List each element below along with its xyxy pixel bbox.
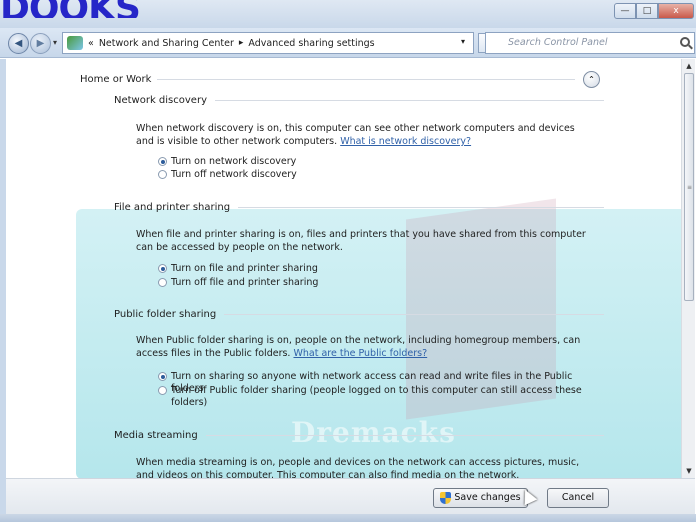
breadcrumb-separator[interactable]: ▸ [239, 38, 244, 48]
section-description: When Public folder sharing is on, people… [136, 334, 594, 360]
collapse-button[interactable]: ⌃ [583, 71, 600, 88]
settings-content: Dremacks Home or Work ⌃ Network discover… [6, 59, 681, 478]
option-label[interactable]: Turn off Public folder sharing (people l… [171, 385, 598, 409]
divider [214, 100, 604, 101]
help-link-public-folders[interactable]: What are the Public folders? [293, 348, 427, 359]
forward-button[interactable]: ▶ [30, 33, 51, 54]
scroll-up-arrow-icon[interactable]: ▲ [682, 59, 696, 73]
option-label[interactable]: Turn off file and printer sharing [171, 277, 318, 289]
breadcrumb-advanced-sharing[interactable]: Advanced sharing settings [248, 38, 374, 49]
section-title: Public folder sharing [114, 309, 217, 320]
save-label: Save changes [454, 492, 521, 503]
window-bottom-border [0, 514, 696, 522]
recent-pages-dropdown[interactable]: ▾ [53, 38, 57, 47]
back-button[interactable]: ◀ [8, 33, 29, 54]
radio-selected-icon[interactable] [158, 372, 167, 381]
section-description: When network discovery is on, this compu… [136, 122, 594, 148]
group-header-home-or-work: Home or Work ⌃ [80, 71, 600, 88]
section-description: When file and printer sharing is on, fil… [136, 229, 586, 253]
breadcrumb-overflow[interactable]: « [88, 38, 94, 49]
network-center-icon [67, 36, 83, 50]
title-bar: DOOKS — □ x [0, 0, 696, 28]
section-description: When media streaming is on, people and d… [136, 457, 580, 478]
save-changes-button[interactable]: Save changes [433, 488, 528, 508]
radio-option[interactable]: Turn on network discovery [158, 156, 296, 168]
section-file-printer-sharing: File and printer sharing When file and p… [114, 202, 604, 288]
section-media-streaming: Media streaming When media streaming is … [114, 430, 604, 478]
option-label[interactable]: Turn on network discovery [171, 156, 296, 168]
option-label[interactable]: Turn off network discovery [171, 169, 297, 181]
radio-unselected-icon[interactable] [158, 386, 167, 395]
grip-icon: ≡ [687, 184, 693, 191]
divider [205, 435, 604, 436]
section-header: Network discovery [114, 95, 604, 106]
window-controls: — □ x [614, 3, 694, 19]
section-network-discovery: Network discovery When network discovery… [114, 95, 604, 180]
section-header: File and printer sharing [114, 202, 604, 213]
section-public-folder-sharing: Public folder sharing When Public folder… [114, 309, 604, 408]
minimize-button[interactable]: — [614, 3, 636, 19]
address-bar[interactable]: « Network and Sharing Center ▸ Advanced … [62, 32, 474, 54]
help-link-network-discovery[interactable]: What is network discovery? [340, 136, 471, 147]
section-title: File and printer sharing [114, 202, 231, 213]
radio-unselected-icon[interactable] [158, 170, 167, 179]
scrollbar-thumb[interactable]: ≡ [684, 73, 694, 301]
dialog-footer: Save changes Cancel [6, 478, 695, 514]
section-header: Media streaming [114, 430, 604, 441]
cancel-button[interactable]: Cancel [547, 488, 609, 508]
breadcrumb-network-center[interactable]: Network and Sharing Center [99, 38, 234, 49]
address-dropdown-icon[interactable]: ▾ [461, 37, 465, 46]
divider [238, 207, 604, 208]
section-title: Media streaming [114, 430, 198, 441]
search-input[interactable]: Search Control Panel [485, 32, 695, 54]
section-title: Network discovery [114, 95, 207, 106]
radio-option[interactable]: Turn off file and printer sharing [158, 277, 318, 289]
vertical-scrollbar[interactable]: ▲ ≡ ▼ [681, 59, 695, 478]
group-title: Home or Work [80, 74, 152, 85]
radio-unselected-icon[interactable] [158, 278, 167, 287]
navigation-bar: ◀ ▶ ▾ « Network and Sharing Center ▸ Adv… [0, 28, 696, 58]
radio-option[interactable]: Turn on file and printer sharing [158, 263, 318, 275]
radio-option[interactable]: Turn off network discovery [158, 169, 297, 181]
close-button[interactable]: x [658, 3, 694, 19]
option-label[interactable]: Turn on file and printer sharing [171, 263, 318, 275]
radio-option[interactable]: Turn off Public folder sharing (people l… [158, 385, 598, 409]
divider [224, 314, 604, 315]
scroll-down-arrow-icon[interactable]: ▼ [682, 464, 696, 478]
radio-selected-icon[interactable] [158, 157, 167, 166]
divider [157, 79, 575, 80]
uac-shield-icon [440, 492, 452, 504]
maximize-button[interactable]: □ [636, 3, 658, 19]
radio-selected-icon[interactable] [158, 264, 167, 273]
section-header: Public folder sharing [114, 309, 604, 320]
search-icon[interactable] [680, 37, 690, 47]
watermark-logo: DOOKS [0, 0, 140, 18]
